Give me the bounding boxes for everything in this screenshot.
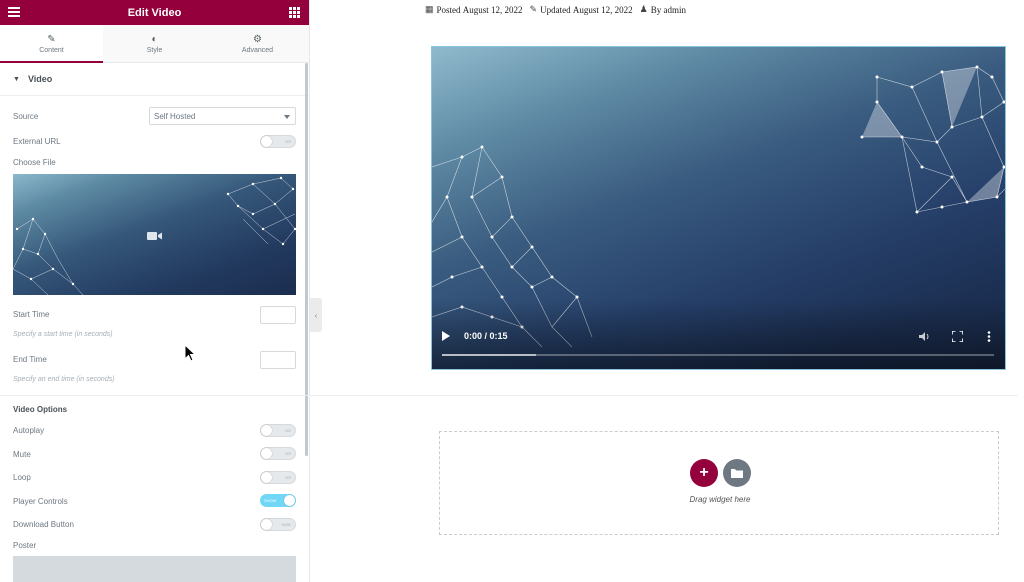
mute-switch[interactable]: NO xyxy=(260,447,296,460)
mute-label: Mute xyxy=(13,450,31,459)
switch-state: HIDE xyxy=(281,522,291,527)
switch-state: NO xyxy=(285,428,291,433)
video-time: 0:00 / 0:15 xyxy=(464,331,508,341)
caret-down-icon: ▼ xyxy=(13,75,20,83)
loop-label: Loop xyxy=(13,473,31,482)
mouse-cursor-icon xyxy=(184,344,196,362)
source-label: Source xyxy=(13,112,39,121)
chevron-down-icon xyxy=(284,115,290,119)
fullscreen-icon[interactable] xyxy=(952,331,963,342)
updated-date: August 12, 2022 xyxy=(572,4,633,15)
source-select[interactable]: Self Hosted xyxy=(149,107,296,125)
switch-knob xyxy=(261,425,272,436)
tab-content[interactable]: ✎ Content xyxy=(0,25,103,63)
source-select-value: Self Hosted xyxy=(154,112,196,121)
pencil-icon: ✎ xyxy=(47,33,56,45)
author-name[interactable]: admin xyxy=(663,5,686,15)
section-video-title: Video xyxy=(27,74,53,84)
switch-state: NO xyxy=(285,139,291,144)
by-label: By xyxy=(650,4,662,15)
video-camera-icon xyxy=(147,232,162,240)
switch-knob xyxy=(261,136,272,147)
poster-label: Poster xyxy=(13,541,37,550)
download-button-switch[interactable]: HIDE xyxy=(260,518,296,531)
switch-knob xyxy=(284,495,295,506)
chevron-left-icon: ‹ xyxy=(314,310,318,320)
add-section-button[interactable]: + xyxy=(690,459,718,487)
user-icon: ♟ xyxy=(639,4,648,14)
tab-advanced-label: Advanced xyxy=(241,46,274,54)
download-button-label: Download Button xyxy=(13,520,74,529)
end-time-input[interactable] xyxy=(260,351,296,369)
start-time-description: Specify a start time (in seconds) xyxy=(13,331,113,338)
panel-header: Edit Video xyxy=(0,0,309,25)
external-url-switch[interactable]: NO xyxy=(260,135,296,148)
plus-icon: + xyxy=(699,464,709,481)
switch-knob xyxy=(261,448,272,459)
tab-style-label: Style xyxy=(146,46,163,54)
post-meta: ▦ Posted August 12, 2022 ✎ Updated Augus… xyxy=(425,4,686,15)
end-time-description: Specify an end time (in seconds) xyxy=(13,376,115,383)
panel-scrollbar[interactable] xyxy=(305,63,308,456)
gear-icon: ⚙ xyxy=(253,33,262,45)
panel-tabs: ✎ Content ◐ Style ⚙ Advanced xyxy=(0,25,309,63)
end-time-label: End Time xyxy=(13,355,47,364)
section-video-header[interactable]: ▼ Video xyxy=(0,63,309,96)
section-divider xyxy=(0,395,1018,396)
panel-title: Edit Video xyxy=(127,6,182,19)
tab-content-label: Content xyxy=(39,46,64,54)
dropzone-text: Drag widget here xyxy=(689,495,751,504)
panel-collapse-handle[interactable]: ‹ xyxy=(310,298,322,332)
switch-state: NO xyxy=(285,475,291,480)
video-options-heading: Video Options xyxy=(13,405,68,414)
add-template-button[interactable] xyxy=(723,459,751,487)
loop-switch[interactable]: NO xyxy=(260,471,296,484)
tab-advanced[interactable]: ⚙ Advanced xyxy=(206,25,309,62)
posted-label: Posted xyxy=(436,4,461,15)
more-options-icon[interactable] xyxy=(987,331,991,342)
widget-dropzone[interactable] xyxy=(439,431,999,535)
video-buffered-bar xyxy=(442,354,536,356)
play-icon[interactable] xyxy=(442,331,450,341)
choose-file-label: Choose File xyxy=(13,158,56,167)
tab-style[interactable]: ◐ Style xyxy=(103,25,206,62)
widgets-grid-icon[interactable] xyxy=(289,7,300,18)
hamburger-menu-icon[interactable] xyxy=(8,7,20,18)
folder-icon xyxy=(731,469,743,478)
external-url-label: External URL xyxy=(13,137,61,146)
start-time-label: Start Time xyxy=(13,310,50,319)
player-controls-switch[interactable]: SHOW xyxy=(260,494,296,507)
autoplay-switch[interactable]: NO xyxy=(260,424,296,437)
video-player[interactable] xyxy=(431,46,1006,370)
player-controls-label: Player Controls xyxy=(13,497,68,506)
poster-image-picker[interactable] xyxy=(13,556,296,582)
switch-state: SHOW xyxy=(264,498,277,503)
autoplay-label: Autoplay xyxy=(13,426,45,435)
switch-knob xyxy=(261,472,272,483)
edit-icon: ✎ xyxy=(529,4,538,14)
posted-date: August 12, 2022 xyxy=(462,4,523,15)
switch-state: NO xyxy=(285,451,291,456)
start-time-input[interactable] xyxy=(260,306,296,324)
contrast-icon: ◐ xyxy=(151,33,158,45)
video-progress-bar[interactable] xyxy=(442,354,994,356)
volume-icon[interactable] xyxy=(919,331,931,342)
switch-knob xyxy=(261,519,272,530)
updated-label: Updated xyxy=(540,4,571,15)
calendar-icon: ▦ xyxy=(425,4,434,14)
